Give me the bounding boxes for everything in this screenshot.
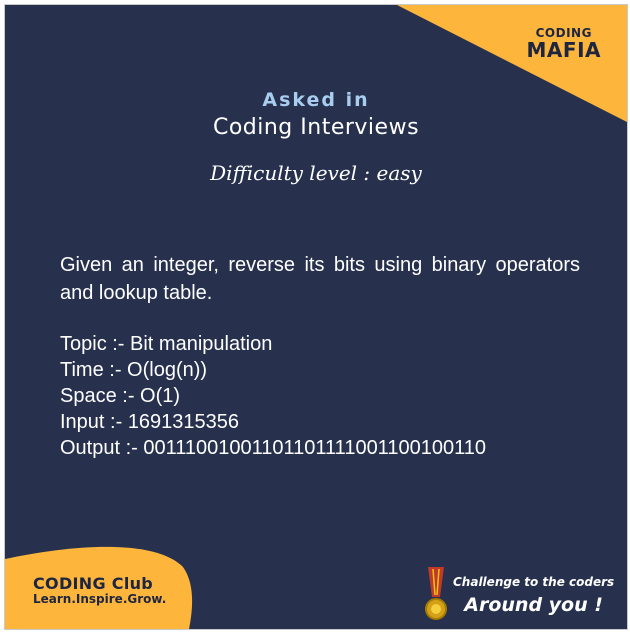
input-line: Input :- 1691315356 [60, 411, 240, 433]
problem-statement: Given an integer, reverse its bits using… [60, 254, 580, 304]
output-line: Output :- 001110010011011011110011001001… [60, 437, 486, 459]
asked-in-title: Asked in [262, 89, 370, 111]
logo-line-mafia: MAFIA [526, 38, 601, 62]
problem-details: Topic :- Bit manipulation Time :- O(log(… [60, 331, 580, 461]
difficulty-level: Difficulty level : easy [210, 161, 422, 185]
challenge-line-2: Around you ! [464, 594, 603, 616]
coding-club-tagline: Learn.Inspire.Grow. [33, 592, 167, 607]
topic-line: Topic :- Bit manipulation [60, 333, 273, 355]
poster-card: CODING MAFIA Asked in Coding Interviews … [4, 4, 628, 630]
coding-mafia-logo: CODING MAFIA [527, 27, 601, 60]
coding-club-name: CODING Club [33, 573, 154, 593]
challenge-callout: Challenge to the coders Around you ! [453, 575, 614, 616]
coding-interviews-subtitle: Coding Interviews [212, 115, 420, 140]
medal-icon [425, 567, 447, 620]
challenge-line-1: Challenge to the coders [453, 575, 615, 589]
space-complexity-line: Space :- O(1) [60, 385, 181, 407]
coding-club-logo: CODING Club Learn.Inspire.Grow. [33, 573, 167, 607]
time-complexity-line: Time :- O(log(n)) [60, 359, 208, 381]
